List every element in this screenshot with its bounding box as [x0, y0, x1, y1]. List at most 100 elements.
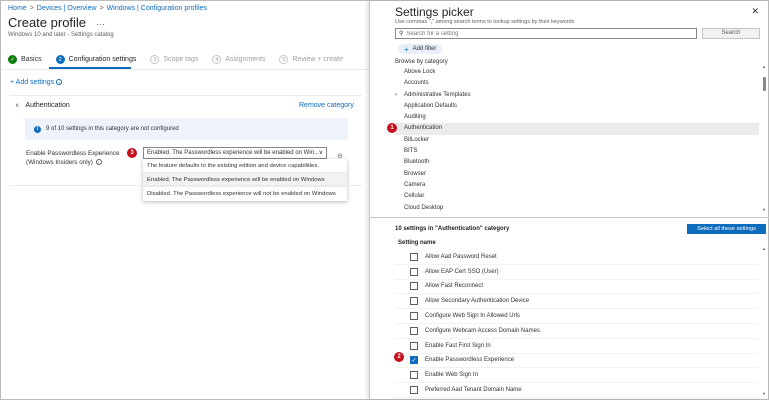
page-subtitle: Windows 10 and later - Settings catalog: [8, 32, 114, 38]
setting-row[interactable]: Enable Fast First Sign In: [395, 339, 759, 354]
step-scope-tags[interactable]: 3 Scope tags: [150, 55, 198, 64]
setting-label-line2: (Windows Insiders only): [26, 158, 93, 166]
setting-name: Allow Fast Reconnect: [425, 283, 484, 290]
setting-row[interactable]: Enable Web Sign In: [395, 368, 759, 384]
chevron-down-icon[interactable]: ∨: [319, 148, 323, 158]
dropdown-option-default[interactable]: The feature defaults to the existing edi…: [143, 159, 347, 173]
info-icon[interactable]: i: [56, 79, 63, 85]
breadcrumb: Home > Devices | Overview > Windows | Config…: [8, 5, 207, 12]
setting-row[interactable]: Configure Web Sign In Allowed Urls: [395, 309, 759, 324]
setting-name: Enable Fast First Sign In: [425, 342, 491, 349]
category-item[interactable]: Accounts: [395, 78, 759, 89]
add-settings-link[interactable]: + Add settings i: [10, 79, 63, 86]
checkbox[interactable]: [410, 282, 418, 291]
category-item-administrative-templates[interactable]: › Administrative Templates: [395, 90, 759, 101]
callout-badge-2: 2: [394, 352, 404, 362]
step-configuration-settings[interactable]: 2 Configuration settings: [55, 55, 137, 64]
checkbox[interactable]: [410, 267, 418, 276]
scrollbar-thumb[interactable]: [763, 77, 766, 91]
checkbox-checked[interactable]: ✓: [410, 356, 418, 365]
search-button[interactable]: Search: [702, 28, 760, 39]
add-icon: +: [404, 44, 409, 54]
step-review-create[interactable]: 5 Review + create: [279, 55, 343, 64]
checkbox[interactable]: [410, 252, 418, 261]
category-item[interactable]: BITS: [395, 146, 759, 157]
setting-row[interactable]: Allow Fast Reconnect: [395, 280, 759, 295]
step-label: Basics: [21, 56, 42, 63]
page-title-text: Create profile: [8, 15, 87, 30]
scroll-up-icon[interactable]: ▲: [762, 64, 766, 69]
close-icon[interactable]: ✕: [751, 6, 759, 17]
dropdown-options-list: The feature defaults to the existing edi…: [143, 159, 347, 201]
step-basics[interactable]: ✓ Basics: [8, 55, 42, 64]
checkbox[interactable]: [410, 297, 418, 306]
info-icon: i: [34, 125, 41, 133]
category-item[interactable]: Cellular: [395, 191, 759, 202]
search-icon: ⚲: [399, 31, 404, 37]
checkbox[interactable]: [410, 386, 418, 395]
setting-name: Allow EAP Cert SSO (User): [425, 268, 499, 275]
step-label: Configuration settings: [68, 56, 137, 63]
help-icon[interactable]: i: [95, 158, 102, 165]
divider: [370, 217, 769, 218]
scroll-down-icon[interactable]: ▼: [762, 207, 766, 212]
search-hint: Use commas "," among search terms to loo…: [395, 19, 575, 25]
checkbox[interactable]: [410, 341, 418, 350]
step-assignments[interactable]: 4 Assignments: [212, 55, 265, 64]
breadcrumb-home[interactable]: Home: [8, 5, 27, 12]
setting-name: Configure Web Sign In Allowed Urls: [425, 313, 520, 320]
browse-by-category-heading: Browse by category: [395, 59, 448, 65]
breadcrumb-devices-overview[interactable]: Devices | Overview: [37, 5, 97, 12]
remove-category-link[interactable]: Remove category: [299, 102, 354, 109]
setting-row[interactable]: Allow Aad Password Reset: [395, 250, 759, 265]
category-item-authentication[interactable]: Authentication: [395, 123, 759, 135]
category-item[interactable]: Camera: [395, 180, 759, 191]
setting-row[interactable]: Configure Webcam Access Domain Names: [395, 324, 759, 339]
add-settings-label: + Add settings: [10, 79, 55, 86]
scroll-down-icon[interactable]: ▼: [762, 391, 766, 396]
category-item[interactable]: Above Lock: [395, 67, 759, 78]
breadcrumb-configuration-profiles[interactable]: Windows | Configuration profiles: [107, 5, 207, 12]
category-list: Above Lock Accounts › Administrative Temp…: [395, 67, 759, 211]
search-input[interactable]: [406, 30, 687, 37]
add-filter-label: Add filter: [412, 46, 437, 52]
category-item[interactable]: Browser: [395, 169, 759, 180]
setting-row-enable-passwordless-experience[interactable]: ✓ Enable Passwordless Experience: [395, 354, 759, 369]
setting-name: Enable Web Sign In: [425, 372, 478, 379]
category-item[interactable]: Application Defaults: [395, 101, 759, 112]
category-item[interactable]: Auditing: [395, 112, 759, 123]
callout-badge-3: 3: [127, 148, 137, 158]
category-item[interactable]: BitLocker: [395, 135, 759, 146]
setting-label: Enable Passwordless Experience (Windows …: [26, 150, 126, 167]
info-message-text: 9 of 10 settings in this category are no…: [46, 126, 179, 132]
scroll-up-icon[interactable]: ▲: [762, 246, 766, 251]
step-label: Assignments: [225, 56, 266, 63]
chevron-right-icon[interactable]: ›: [395, 90, 397, 101]
category-scrollbar[interactable]: [763, 71, 766, 211]
category-item[interactable]: Bluetooth: [395, 157, 759, 168]
passwordless-experience-dropdown[interactable]: Enabled. The Passwordless experience wil…: [143, 147, 327, 159]
wizard-steps: ✓ Basics 2 Configuration settings 3 Scope t…: [8, 55, 343, 64]
category-header[interactable]: ∧ Authentication: [15, 102, 70, 109]
category-item[interactable]: Cloud Desktop: [395, 203, 759, 211]
column-header-setting-name: Setting name: [398, 240, 436, 246]
dropdown-option-disabled[interactable]: Disabled. The Passwordless experience wi…: [143, 187, 347, 201]
checkbox[interactable]: [410, 371, 418, 380]
category-title: Authentication: [25, 102, 70, 109]
breadcrumb-separator: >: [99, 5, 104, 12]
setting-name: Allow Secondary Authentication Device: [425, 298, 530, 305]
add-filter-button[interactable]: + Add filter: [398, 44, 443, 54]
checkbox[interactable]: [410, 312, 418, 321]
step-number: 4: [212, 55, 222, 64]
breadcrumb-separator: >: [29, 5, 34, 12]
setting-name: Configure Webcam Access Domain Names: [425, 327, 540, 334]
more-options-icon[interactable]: ···: [96, 19, 105, 29]
checkbox[interactable]: [410, 326, 418, 335]
setting-row[interactable]: Preferred Aad Tenant Domain Name: [395, 383, 759, 398]
select-all-button[interactable]: Select all these settings: [687, 224, 766, 234]
search-box[interactable]: ⚲: [395, 28, 697, 39]
setting-row[interactable]: Allow Secondary Authentication Device: [395, 294, 759, 310]
step-number: 5: [279, 55, 289, 64]
setting-row[interactable]: Allow EAP Cert SSO (User): [395, 265, 759, 280]
chevron-up-icon[interactable]: ∧: [15, 102, 19, 109]
